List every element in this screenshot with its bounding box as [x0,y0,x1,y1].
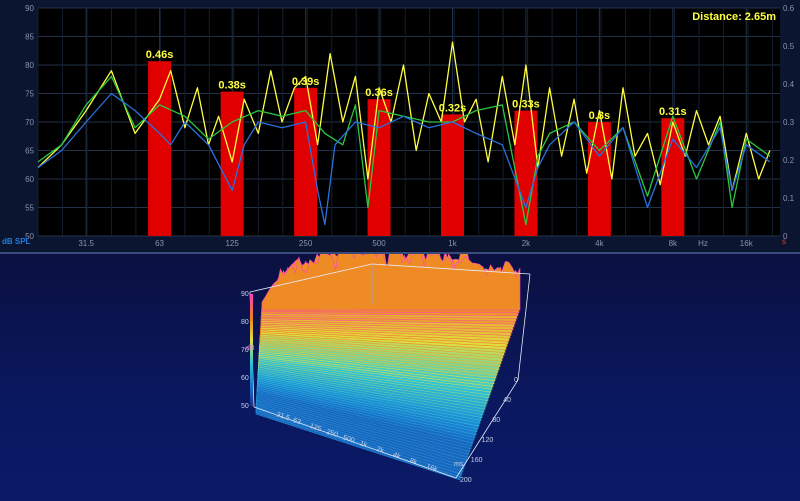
frequency-response-panel: 0.46s 0.38s 0.39s 0.36s 0.32s 0.33s 0.3s 0.31s … [0,0,800,252]
z-scale-step [250,322,253,325]
right-tick-label: 0.6 [783,4,795,13]
right-tick-label: 0.5 [783,42,795,51]
waterfall-chart: 908070605031.5 63125250500 1k2k4k8k16k0408… [241,254,531,484]
x-tick-label: 500 [372,239,386,248]
z-scale-step [250,366,253,370]
wf-time-tick: 40 [503,397,511,404]
z-scale-step [250,394,253,398]
z-scale-step [250,361,253,365]
z-tick-label: 90 [241,291,249,298]
rt60-bar [367,99,391,236]
z-scale-step [250,380,253,384]
x-tick-label: 4k [595,239,604,248]
right-unit-label: s [782,237,786,246]
z-scale-step [250,338,253,342]
rt60-bar [440,114,464,236]
right-tick-label: 0.1 [783,194,795,203]
y-tick-label: 55 [25,204,34,213]
z-scale-step [250,358,253,362]
rt60-bar-label: 0.33s [512,99,540,111]
rt60-bar-label: 0.36s [365,87,393,99]
z-tick-label: 50 [241,403,249,410]
y-tick-label: 65 [25,147,34,156]
wf-time-tick: 200 [460,477,472,484]
z-scale-step [250,316,253,320]
z-scale-step [250,305,253,309]
rt60-bar [148,61,172,237]
frequency-response-chart: 0.46s0.38s 0.39s0.36s0.32s 0.33s0.3s 0.31s … [2,4,795,248]
right-tick-label: 0.2 [783,156,795,165]
z-scale-step [250,364,253,367]
z-scale-step [250,369,253,373]
x-tick-label: 250 [299,239,313,248]
x-unit-label: Hz [698,239,708,248]
rt60-bar-label: 0.31s [659,106,687,118]
y-tick-label: 80 [25,61,34,70]
z-tick-label: 60 [241,375,249,382]
distance-label: Distance: 2.65m [692,11,776,23]
z-scale-step [250,313,253,317]
z-scale-step [250,319,253,323]
y-tick-label: 70 [25,118,34,127]
x-tick-label: 8k [669,239,678,248]
rt60-bar-label: 0.3s [589,110,610,122]
waterfall-panel: 90 80 70 60 50 31.5 63 125 250 500 1k 2k 4k 8k 16k 0 40 8… [0,252,800,501]
z-scale-step [250,308,253,311]
y-tick-label: 75 [25,90,34,99]
z-scale-step [250,403,253,407]
rt60-bar [220,91,244,236]
z-scale-step [250,400,253,404]
z-scale-step [250,294,253,297]
time-unit-label: ms [454,461,464,468]
right-tick-label: 0.4 [783,80,795,89]
rt60-bar-label: 0.38s [218,80,246,92]
z-scale-step [250,389,253,393]
z-tick-label: 80 [241,319,249,326]
z-scale-step [250,375,253,379]
x-tick-label: 2k [522,239,531,248]
rt60-bar-label: 0.39s [292,76,320,88]
z-scale-step [250,310,253,314]
z-scale-step [250,330,253,334]
z-scale-step [250,386,253,390]
surface-slice [261,254,521,311]
z-scale-step [250,336,253,339]
rt60-bar-label: 0.32s [439,102,467,114]
y-tick-label: 90 [25,4,34,13]
wf-time-tick: 80 [492,417,500,424]
z-scale-step [250,397,253,401]
z-scale-step [250,383,253,387]
x-tick-label: 125 [225,239,239,248]
z-scale-step [250,299,253,303]
x-tick-label: 16k [740,239,754,248]
rt60-bar-label: 0.46s [146,49,174,61]
z-scale-step [250,352,253,356]
z-scale-step [250,302,253,306]
y-tick-label: 85 [25,33,34,42]
z-unit-label: dB [246,345,255,352]
wf-time-tick: 120 [482,437,494,444]
z-scale-step [250,355,253,359]
right-tick-label: 0.3 [783,118,795,127]
waterfall-surface [255,254,521,481]
z-scale-step [250,296,253,300]
x-tick-label: 31.5 [78,239,94,248]
wf-time-tick: 0 [514,377,518,384]
z-scale-step [250,378,253,381]
z-scale-step [250,327,253,331]
z-scale-step [250,324,253,328]
rt60-bar [587,122,611,236]
x-tick-label: 63 [155,239,164,248]
z-scale-step [250,333,253,337]
wf-time-tick: 160 [471,457,483,464]
y-unit-label: dB SPL [2,237,31,246]
z-scale-step [250,392,253,395]
y-tick-label: 60 [25,175,34,184]
z-scale-step [250,372,253,376]
x-tick-label: 1k [448,239,457,248]
